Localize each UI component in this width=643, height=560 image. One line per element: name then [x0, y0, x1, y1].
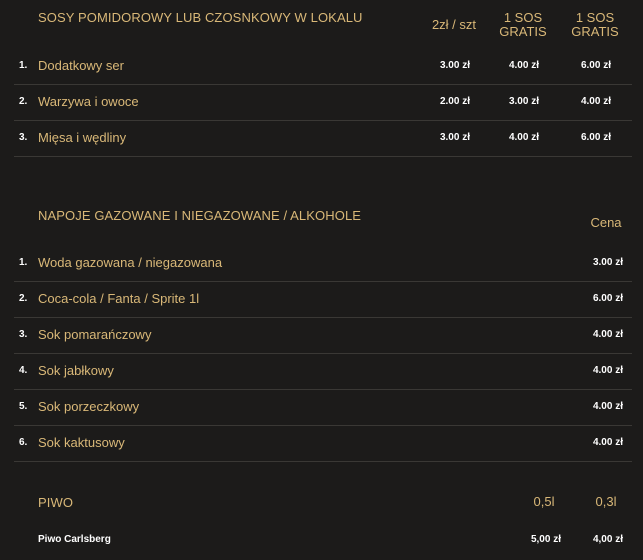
row-number: 1. — [19, 60, 28, 71]
item-price: 4.00 zł — [508, 132, 539, 143]
item-name: Sok jabłkowy — [38, 363, 114, 378]
item-name: Sok kaktusowy — [38, 435, 125, 450]
sauces-col-price-each: 2zł / szt — [431, 17, 477, 32]
sauces-col-one-free-2-line1: 1 SOS — [575, 10, 615, 25]
drinks-row: 2. Coca-cola / Fanta / Sprite 1l 6.00 zł — [14, 281, 632, 318]
item-price: 4.00 zł — [508, 60, 539, 71]
beer-col-small: 0,3l — [595, 494, 617, 509]
row-number: 5. — [19, 401, 28, 412]
item-price: 6.00 zł — [580, 60, 611, 71]
drinks-row: 5. Sok porzeczkowy 4.00 zł — [14, 389, 632, 426]
item-name: Mięsa i wędliny — [38, 130, 127, 145]
drinks-title: NAPOJE GAZOWANE I NIEGAZOWANE / ALKOHOLE — [38, 208, 362, 223]
item-name: Woda gazowana / niegazowana — [38, 255, 223, 270]
item-name: Warzywa i owoce — [38, 94, 139, 109]
row-number: 4. — [19, 365, 28, 376]
menu-page: SOSY POMIDOROWY LUB CZOSNKOWY W LOKALU 2… — [0, 0, 643, 560]
sauces-col-one-free: 1 SOS GRATIS — [490, 11, 556, 39]
row-number: 6. — [19, 437, 28, 448]
item-name: Piwo Carlsberg — [38, 534, 111, 545]
item-price: 4.00 zł — [592, 437, 623, 448]
sauces-row: 2. Warzywa i owoce 2.00 zł 3.00 zł 4.00 … — [14, 84, 632, 121]
row-number: 1. — [19, 257, 28, 268]
item-name: Dodatkowy ser — [38, 58, 124, 73]
sauces-col-one-free-line2: GRATIS — [499, 24, 547, 39]
item-name: Coca-cola / Fanta / Sprite 1l — [38, 291, 200, 306]
item-name: Sok porzeczkowy — [38, 399, 140, 414]
item-price: 4.00 zł — [592, 401, 623, 412]
row-number: 2. — [19, 96, 28, 107]
item-price: 3.00 zł — [439, 60, 470, 71]
item-price: 4,00 zł — [592, 534, 623, 545]
item-price: 4.00 zł — [592, 365, 623, 376]
sauces-col-one-free-2-line2: GRATIS — [571, 24, 619, 39]
item-price: 5,00 zł — [530, 534, 561, 545]
drinks-row: 1. Woda gazowana / niegazowana 3.00 zł — [14, 245, 632, 282]
row-number: 3. — [19, 132, 28, 143]
beer-col-large: 0,5l — [533, 494, 555, 509]
sauces-row: 3. Mięsa i wędliny 3.00 zł 4.00 zł 6.00 … — [14, 120, 632, 157]
sauces-title: SOSY POMIDOROWY LUB CZOSNKOWY W LOKALU — [38, 10, 363, 25]
row-number: 2. — [19, 293, 28, 304]
drinks-row: 4. Sok jabłkowy 4.00 zł — [14, 353, 632, 390]
drinks-col-price: Cena — [590, 215, 622, 230]
drinks-row: 6. Sok kaktusowy 4.00 zł — [14, 425, 632, 462]
item-price: 2.00 zł — [439, 96, 470, 107]
drinks-row: 3. Sok pomarańczowy 4.00 zł — [14, 317, 632, 354]
item-name: Sok pomarańczowy — [38, 327, 152, 342]
item-price: 4.00 zł — [592, 329, 623, 340]
sauces-col-one-free-2: 1 SOS GRATIS — [562, 11, 628, 39]
item-price: 6.00 zł — [580, 132, 611, 143]
row-number: 3. — [19, 329, 28, 340]
sauces-row: 1. Dodatkowy ser 3.00 zł 4.00 zł 6.00 zł — [14, 48, 632, 85]
sauces-col-one-free-line1: 1 SOS — [503, 10, 543, 25]
item-price: 6.00 zł — [592, 293, 623, 304]
item-price: 4.00 zł — [580, 96, 611, 107]
item-price: 3.00 zł — [592, 257, 623, 268]
item-price: 3.00 zł — [508, 96, 539, 107]
item-price: 3.00 zł — [439, 132, 470, 143]
beer-title: PIWO — [38, 495, 74, 510]
